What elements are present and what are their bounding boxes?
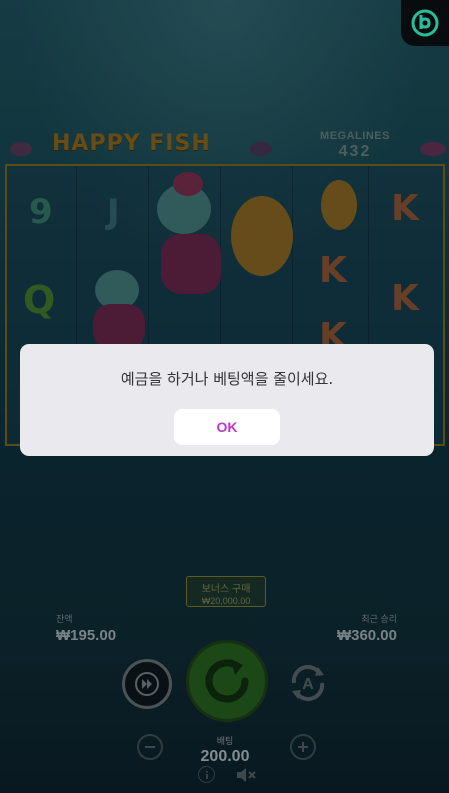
insufficient-funds-dialog: 예금을 하거나 베팅액을 줄이세요. OK xyxy=(20,344,434,456)
ok-button[interactable]: OK xyxy=(174,409,280,445)
game-scene: HAPPY FISH MEGALINES 432 9 J Q K K K K 보… xyxy=(0,0,449,793)
dialog-message: 예금을 하거나 베팅액을 줄이세요. xyxy=(120,370,334,388)
